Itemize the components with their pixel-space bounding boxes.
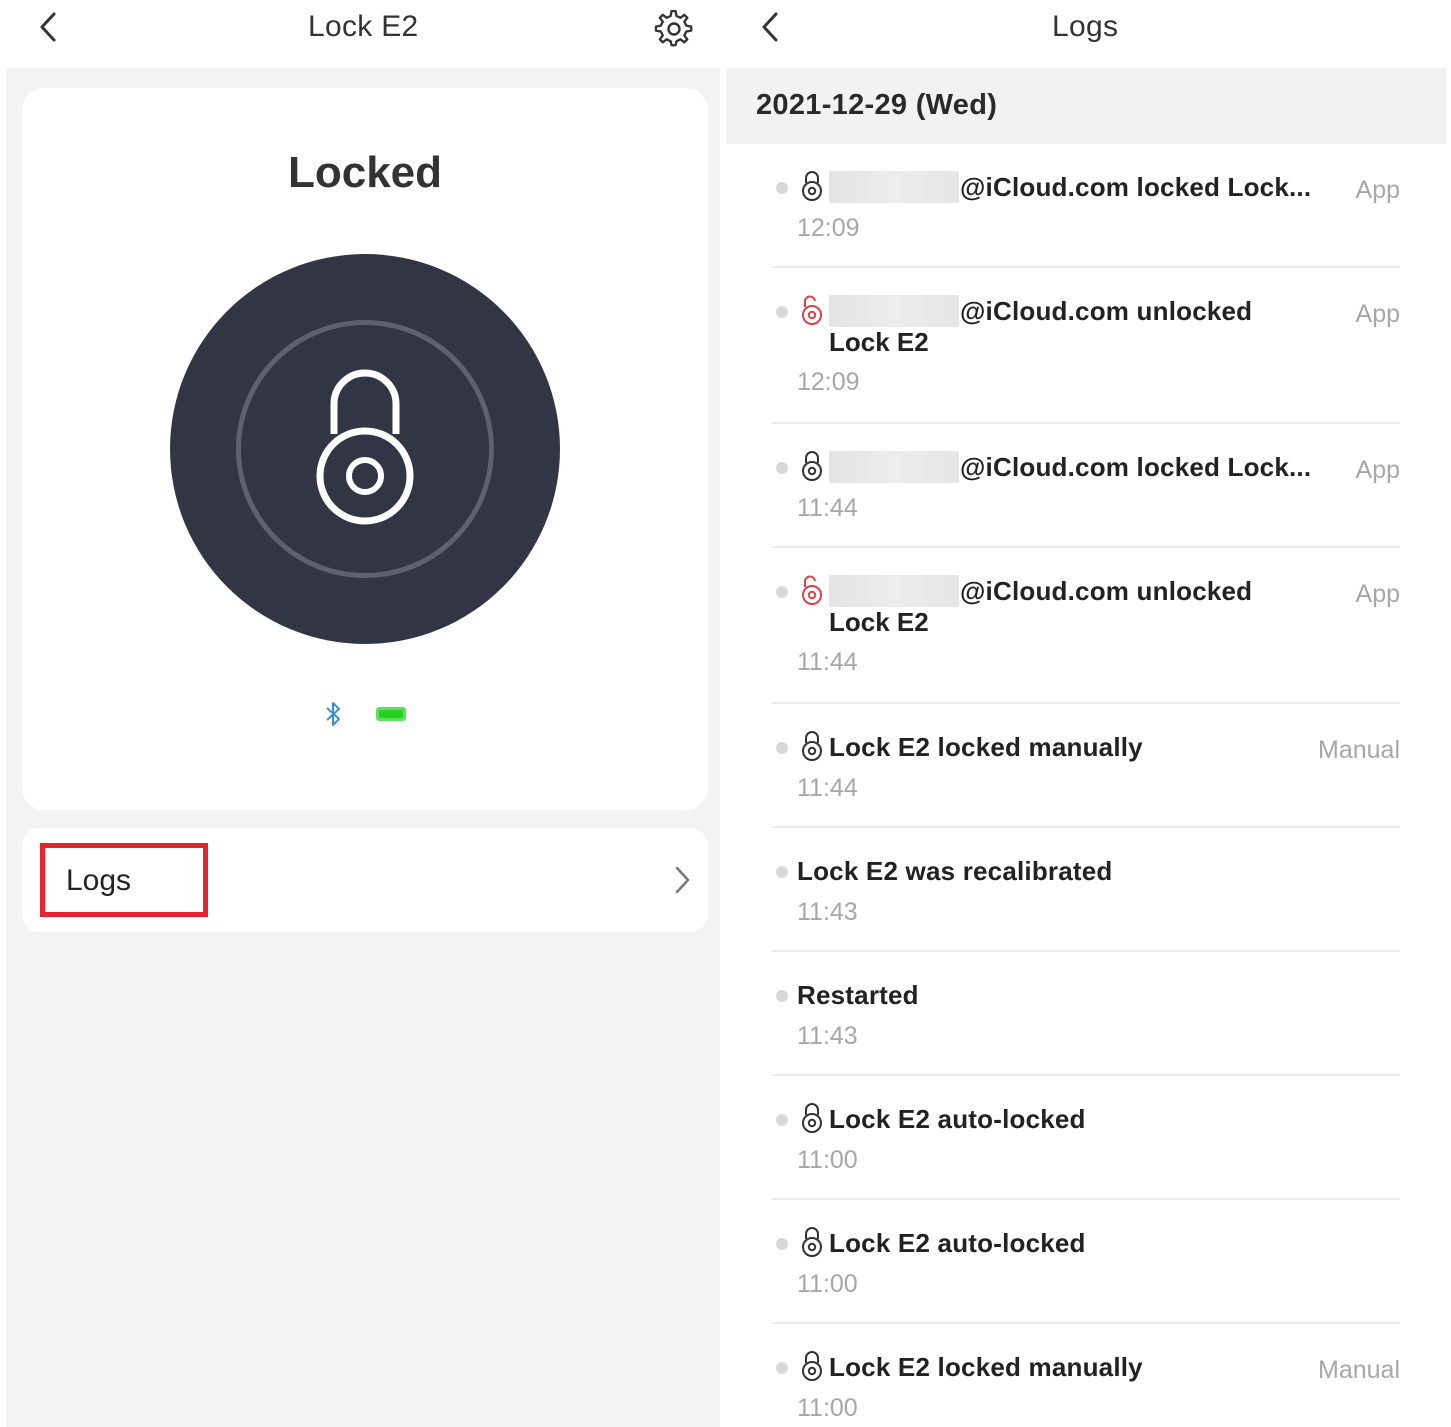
log-time: 12:09 [797, 368, 860, 396]
timeline-dot [776, 1238, 788, 1250]
locked-icon [800, 450, 824, 487]
redacted-email [829, 171, 959, 203]
timeline-dot [776, 866, 788, 878]
timeline-dot [776, 1114, 788, 1126]
unlocked-icon [800, 294, 824, 331]
log-entry[interactable]: @iCloud.com locked Lock... 12:09 App [772, 168, 1400, 248]
log-time: 11:43 [797, 898, 858, 926]
settings-gear-icon[interactable] [654, 9, 694, 48]
log-message: Lock E2 locked manually [829, 732, 1143, 762]
timeline-dot [776, 1362, 788, 1374]
log-entry[interactable]: Lock E2 auto-locked 11:00 [772, 1224, 1400, 1304]
log-date: 2021-12-29 (Wed) [756, 89, 998, 121]
log-divider [772, 1074, 1400, 1076]
timeline-dot [776, 462, 788, 474]
log-source: App [1355, 456, 1400, 484]
log-message: @iCloud.com unlocked [960, 296, 1253, 326]
log-source: App [1355, 580, 1400, 608]
log-time: 11:00 [797, 1146, 858, 1174]
log-divider [772, 266, 1400, 268]
log-time: 12:09 [797, 214, 860, 242]
log-message-continued: Lock E2 [829, 327, 929, 357]
log-source: App [1355, 300, 1400, 328]
log-divider [772, 950, 1400, 952]
log-entry[interactable]: Lock E2 was recalibrated 11:43 [772, 852, 1400, 932]
logs-screen: Logs 2021-12-29 (Wed) @iCloud.com locked… [726, 0, 1451, 1427]
log-entry[interactable]: Lock E2 locked manually 11:00 Manual [772, 1348, 1400, 1427]
timeline-dot [776, 990, 788, 1002]
log-entry[interactable]: Restarted 11:43 [772, 976, 1400, 1056]
log-divider [772, 702, 1400, 704]
log-message: Lock E2 was recalibrated [797, 856, 1113, 886]
timeline-dot [776, 182, 788, 194]
log-message-continued: Lock E2 [829, 607, 929, 637]
back-chevron-icon[interactable] [36, 10, 66, 46]
log-message: @iCloud.com unlocked [960, 576, 1253, 606]
lock-title: Lock E2 [308, 10, 419, 43]
redacted-email [829, 295, 959, 327]
timeline-dot [776, 586, 788, 598]
log-time: 11:44 [797, 494, 858, 522]
log-message: Restarted [797, 980, 919, 1010]
log-time: 11:43 [797, 1022, 858, 1050]
log-divider [772, 826, 1400, 828]
logs-title: Logs [1052, 10, 1119, 43]
log-entry[interactable]: Lock E2 locked manually 11:44 Manual [772, 728, 1400, 808]
locked-icon [800, 730, 824, 767]
bluetooth-icon [326, 702, 340, 726]
log-source: Manual [1318, 1356, 1400, 1384]
lock-status: Locked [287, 148, 443, 197]
unlocked-icon [800, 574, 824, 611]
timeline-dot [776, 742, 788, 754]
log-source: Manual [1318, 736, 1400, 764]
log-source: App [1355, 176, 1400, 204]
logs-row-label: Logs [66, 864, 132, 897]
log-divider [772, 1198, 1400, 1200]
redacted-email [829, 451, 959, 483]
back-chevron-icon[interactable] [758, 10, 788, 46]
log-message: @iCloud.com locked Lock... [960, 452, 1312, 482]
redacted-email [829, 575, 959, 607]
locked-icon [800, 1226, 824, 1263]
log-time: 11:00 [797, 1270, 858, 1298]
log-message: @iCloud.com locked Lock... [960, 172, 1312, 202]
log-entry[interactable]: @iCloud.com unlocked Lock E2 12:09 App [772, 292, 1400, 396]
locked-icon [800, 170, 824, 207]
log-time: 11:44 [797, 648, 858, 676]
log-divider [772, 546, 1400, 548]
log-entry[interactable]: @iCloud.com locked Lock... 11:44 App [772, 448, 1400, 528]
timeline-dot [776, 306, 788, 318]
chevron-right-icon[interactable] [672, 864, 692, 896]
log-message: Lock E2 locked manually [829, 1352, 1143, 1382]
lock-toggle-button[interactable] [170, 254, 560, 644]
log-entry[interactable]: @iCloud.com unlocked Lock E2 11:44 App [772, 572, 1400, 676]
log-message: Lock E2 auto-locked [829, 1228, 1086, 1258]
log-time: 11:00 [797, 1394, 858, 1422]
log-divider [772, 1322, 1400, 1324]
battery-icon [376, 707, 406, 721]
locked-icon [800, 1350, 824, 1387]
padlock-icon [316, 369, 414, 525]
lock-screen: Lock E2 Locked Logs [0, 0, 720, 1427]
log-entry[interactable]: Lock E2 auto-locked 11:00 [772, 1100, 1400, 1180]
locked-icon [800, 1102, 824, 1139]
logs-header: Logs [726, 0, 1451, 68]
log-message: Lock E2 auto-locked [829, 1104, 1086, 1134]
log-time: 11:44 [797, 774, 858, 802]
lock-header: Lock E2 [0, 0, 720, 68]
log-divider [772, 422, 1400, 424]
